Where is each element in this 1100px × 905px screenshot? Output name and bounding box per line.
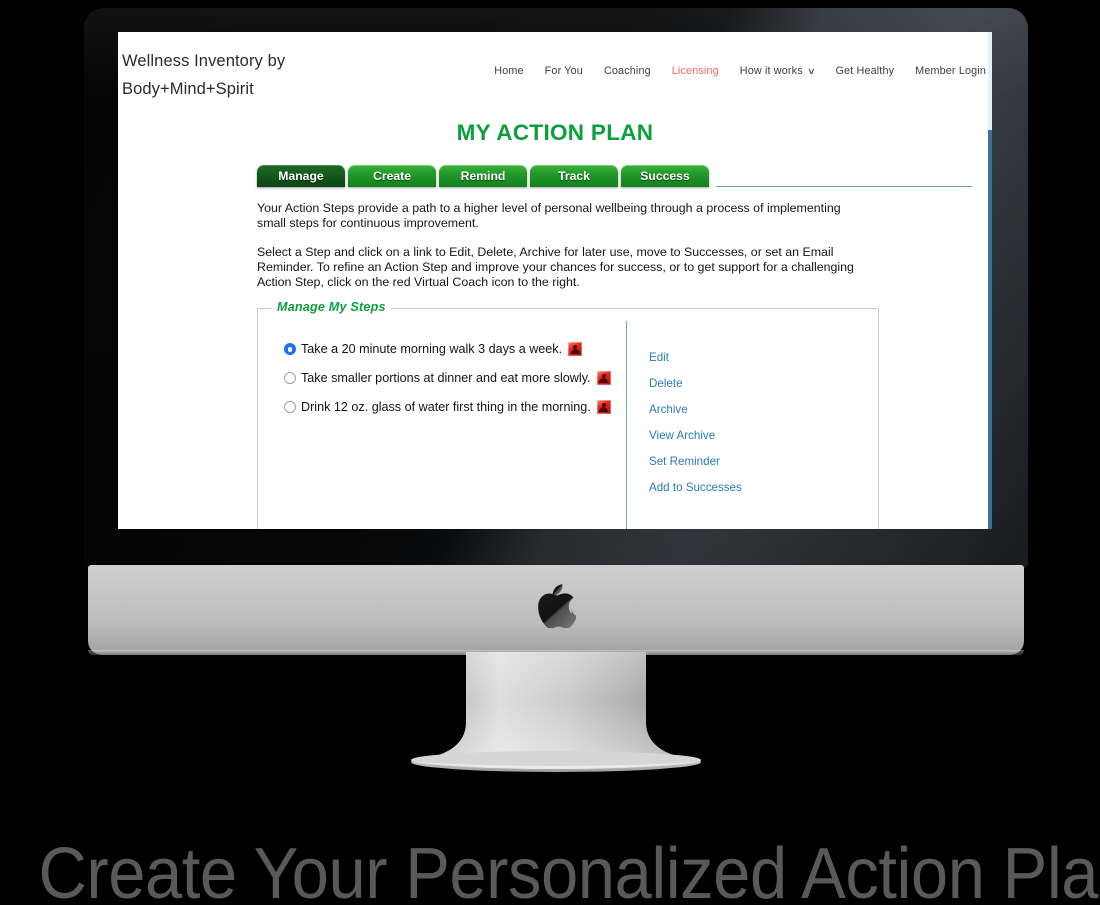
imac-stand	[411, 652, 701, 772]
nav-item-get-healthy[interactable]: Get Healthy	[836, 65, 895, 77]
action-link-set-reminder[interactable]: Set Reminder	[649, 455, 742, 468]
nav-item-for-you[interactable]: For You	[545, 65, 583, 77]
action-step-label-3: Drink 12 oz. glass of water first thing …	[301, 400, 591, 415]
action-step-radio-2[interactable]	[284, 372, 296, 385]
tab-success[interactable]: Success	[621, 165, 709, 187]
action-step-label-2: Take smaller portions at dinner and eat …	[301, 371, 591, 386]
tab-remind[interactable]: Remind	[439, 165, 527, 187]
site-brand-logo[interactable]: Wellness Inventory by Body+Mind+Spirit	[122, 47, 285, 103]
action-link-add-to-successes[interactable]: Add to Successes	[649, 481, 742, 494]
action-steps-list: Take a 20 minute morning walk 3 days a w…	[258, 309, 626, 529]
action-link-view-archive[interactable]: View Archive	[649, 429, 742, 442]
page-title: MY ACTION PLAN	[456, 120, 654, 145]
page-scrollbar-thumb[interactable]	[988, 130, 992, 529]
chevron-down-icon: ∨	[806, 66, 816, 76]
nav-item-how-it-works-label: How it works	[739, 65, 803, 77]
nav-item-licensing[interactable]: Licensing	[672, 65, 719, 77]
action-link-edit[interactable]: Edit	[649, 351, 742, 364]
tab-manage[interactable]: Manage	[257, 165, 345, 187]
step-actions-list: Edit Delete Archive View Archive Set Rem…	[626, 321, 742, 529]
tab-create[interactable]: Create	[348, 165, 436, 187]
virtual-coach-icon[interactable]	[596, 371, 611, 386]
intro-paragraph-1: Your Action Steps provide a path to a hi…	[257, 201, 841, 231]
hero-caption: Create Your Personalized Action Plan	[38, 834, 1100, 905]
nav-item-member-login[interactable]: Member Login	[915, 65, 986, 77]
tab-track[interactable]: Track	[530, 165, 618, 187]
action-plan-tabs: Manage Create Remind Track Success	[257, 161, 992, 187]
action-step-radio-3[interactable]	[284, 401, 296, 414]
panel-body: Take a 20 minute morning walk 3 days a w…	[258, 309, 878, 529]
screenshot-stage: Wellness Inventory by Body+Mind+Spirit H…	[0, 0, 1100, 905]
virtual-coach-icon[interactable]	[568, 342, 583, 357]
nav-item-how-it-works[interactable]: How it works ∨	[739, 65, 816, 77]
tab-strip-rule	[712, 165, 992, 187]
action-step-row[interactable]: Take a 20 minute morning walk 3 days a w…	[284, 342, 626, 357]
action-step-row[interactable]: Drink 12 oz. glass of water first thing …	[284, 400, 626, 415]
action-link-archive[interactable]: Archive	[649, 403, 742, 416]
action-step-radio-1[interactable]	[284, 343, 296, 356]
site-header: Wellness Inventory by Body+Mind+Spirit H…	[118, 32, 992, 116]
virtual-coach-icon[interactable]	[596, 400, 611, 415]
action-link-delete[interactable]: Delete	[649, 377, 742, 390]
manage-my-steps-panel: Manage My Steps Take a 20 minute morning…	[257, 300, 879, 529]
intro-text: Your Action Steps provide a path to a hi…	[257, 201, 869, 290]
apple-logo-icon	[538, 584, 576, 628]
page-scrollbar-track[interactable]	[988, 32, 992, 529]
main-navigation: Home For You Coaching Licensing How it w…	[494, 65, 986, 77]
nav-item-home[interactable]: Home	[494, 65, 523, 77]
monitor-screen: Wellness Inventory by Body+Mind+Spirit H…	[118, 32, 992, 529]
intro-paragraph-2: Select a Step and click on a link to Edi…	[257, 244, 854, 290]
nav-item-coaching[interactable]: Coaching	[604, 65, 651, 77]
action-step-row[interactable]: Take smaller portions at dinner and eat …	[284, 371, 626, 386]
action-step-label-1: Take a 20 minute morning walk 3 days a w…	[301, 342, 563, 357]
